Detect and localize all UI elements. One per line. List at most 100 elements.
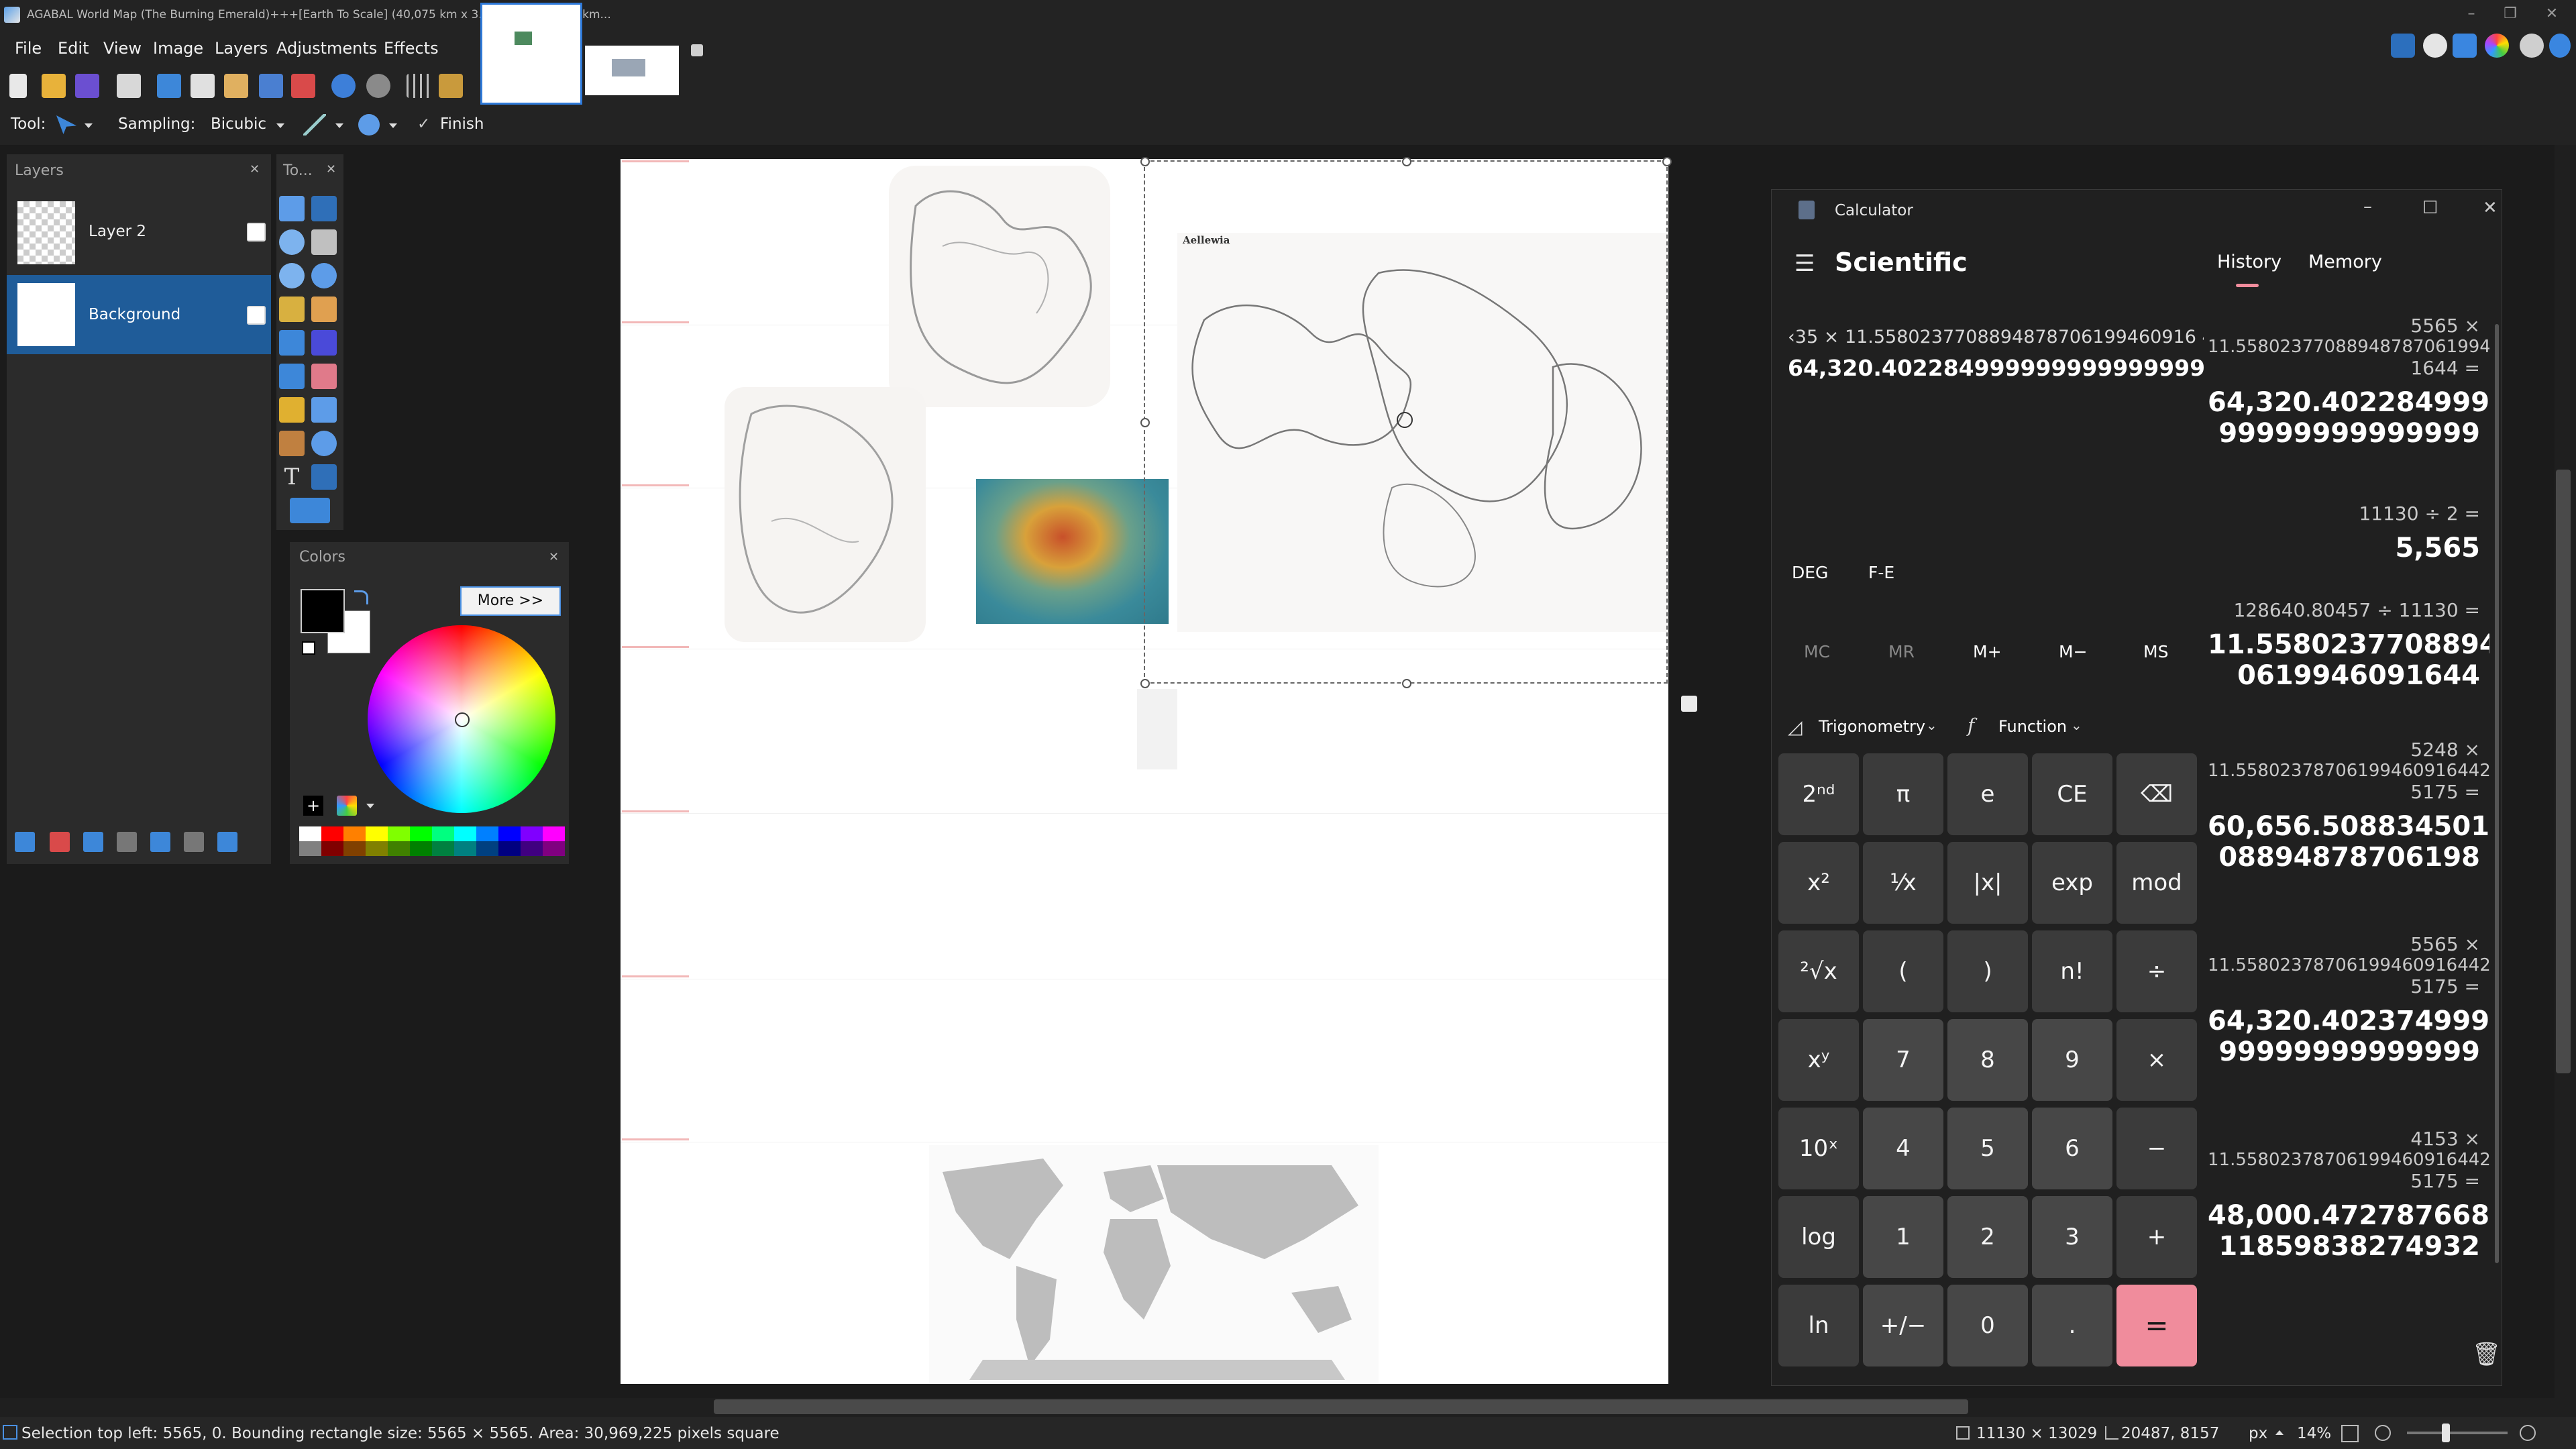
menu-effects[interactable]: Effects (384, 39, 439, 58)
cut-icon[interactable] (157, 74, 181, 98)
help-icon[interactable] (2549, 34, 2571, 58)
crop-icon[interactable] (259, 74, 283, 98)
paintbrush-tool-icon[interactable] (279, 364, 305, 389)
lasso-select-tool-icon[interactable] (279, 229, 305, 255)
layers-close-icon[interactable]: ✕ (250, 162, 260, 176)
palette-swatch-d10[interactable] (521, 841, 543, 856)
blend-mode-icon[interactable] (358, 114, 380, 136)
primary-color-swatch[interactable] (301, 589, 345, 633)
eraser-tool-icon[interactable] (311, 364, 337, 389)
units-dropdown[interactable]: px (2249, 1425, 2267, 1442)
color-picker-tool-icon[interactable] (311, 397, 337, 423)
selection-handle[interactable] (1402, 157, 1411, 166)
power-button[interactable]: xʸ (1778, 1019, 1859, 1101)
clone-stamp-tool-icon[interactable] (279, 431, 305, 456)
close-icon[interactable]: ✕ (2538, 4, 2565, 24)
zoom-out-icon[interactable] (2375, 1425, 2391, 1441)
units-chevron-up-icon[interactable] (2275, 1430, 2284, 1435)
fit-window-icon[interactable] (2341, 1425, 2359, 1442)
digit-1-button[interactable]: 1 (1863, 1196, 1943, 1278)
rectangle-select-tool-icon[interactable] (279, 196, 305, 221)
selection-move-handle-icon[interactable] (1397, 412, 1413, 428)
palette-swatch-d9[interactable] (498, 841, 521, 856)
image-tab-second[interactable] (585, 46, 679, 95)
history-entry[interactable]: 128640.80457 ÷ 11130 = 11.55802377088948… (2208, 599, 2489, 691)
digit-6-button[interactable]: 6 (2032, 1108, 2112, 1189)
undo-icon[interactable] (331, 74, 356, 98)
history-scrollbar[interactable] (2495, 324, 2499, 1263)
history-entry[interactable]: 11130 ÷ 2 = 5,565 (2208, 502, 2480, 564)
multiply-button[interactable]: × (2116, 1019, 2197, 1101)
digit-0-button[interactable]: 0 (1947, 1285, 2028, 1366)
palette-swatch-d6[interactable] (432, 841, 454, 856)
palette-swatch-gray[interactable] (299, 841, 321, 856)
open-file-icon[interactable] (42, 74, 66, 98)
zoom-level-text[interactable]: 14% (2297, 1425, 2331, 1442)
log-button[interactable]: log (1778, 1196, 1859, 1278)
function-dropdown[interactable]: Function (1998, 717, 2067, 736)
close-paren-button[interactable]: ) (1947, 930, 2028, 1012)
pencil-tool-icon[interactable] (279, 397, 305, 423)
palette-swatch-3[interactable] (366, 826, 388, 841)
memory-add-button[interactable]: M+ (1973, 642, 2002, 661)
second-button[interactable]: 2ⁿᵈ (1778, 753, 1859, 835)
pan-tool-icon[interactable] (311, 297, 337, 322)
func-chevron-down-icon[interactable]: ⌄ (2071, 717, 2082, 733)
selection-handle[interactable] (1140, 157, 1150, 166)
tools-close-icon[interactable]: ✕ (326, 162, 336, 176)
tab-history[interactable]: History (2217, 252, 2282, 272)
palette-swatch-d4[interactable] (388, 841, 410, 856)
menu-edit[interactable]: Edit (58, 39, 89, 58)
mod-button[interactable]: mod (2116, 842, 2197, 924)
clear-entry-button[interactable]: CE (2032, 753, 2112, 835)
negate-button[interactable]: +/− (1863, 1285, 1943, 1366)
colors-close-icon[interactable]: ✕ (549, 550, 559, 564)
palette-swatch-d8[interactable] (476, 841, 498, 856)
sampling-chevron-down-icon[interactable] (276, 123, 284, 128)
fe-button[interactable]: F-E (1868, 563, 1894, 582)
memory-recall-button[interactable]: MR (1888, 642, 1915, 661)
ln-button[interactable]: ln (1778, 1285, 1859, 1366)
zoom-slider-track[interactable] (2407, 1432, 2508, 1434)
open-paren-button[interactable]: ( (1863, 930, 1943, 1012)
digit-7-button[interactable]: 7 (1863, 1019, 1943, 1101)
palette-swatch-4[interactable] (388, 826, 410, 841)
palette-swatch-11[interactable] (543, 826, 565, 841)
duplicate-layer-icon[interactable] (83, 832, 103, 852)
selection-handle[interactable] (1402, 679, 1411, 688)
clear-history-trash-icon[interactable]: 🗑 (2472, 1341, 2501, 1368)
palette-swatch-d5[interactable] (410, 841, 432, 856)
vertical-scrollbar[interactable] (2556, 470, 2571, 1073)
calc-maximize-icon[interactable]: ☐ (2422, 198, 2438, 218)
memory-store-button[interactable]: MS (2143, 642, 2168, 661)
gradient-tool-icon[interactable] (311, 330, 337, 356)
layer-visibility-checkbox[interactable] (247, 306, 266, 325)
zoom-tool-icon[interactable] (311, 263, 337, 288)
e-button[interactable]: e (1947, 753, 2028, 835)
move-layer-down-icon[interactable] (184, 832, 204, 852)
equals-button[interactable]: = (2116, 1285, 2197, 1366)
selection-handle[interactable] (1662, 157, 1672, 166)
tool-dropdown-icon[interactable] (85, 123, 93, 128)
history-entry[interactable]: 5565 × 11.55802377088948787061994609 164… (2208, 315, 2489, 449)
settings-icon[interactable] (2520, 34, 2544, 58)
menu-adjustments[interactable]: Adjustments (276, 39, 377, 58)
menu-image[interactable]: Image (153, 39, 203, 58)
print-icon[interactable] (117, 74, 141, 98)
selection-handle[interactable] (1140, 679, 1150, 688)
calc-minimize-icon[interactable]: – (2363, 197, 2372, 217)
color-wheel-cursor[interactable] (455, 712, 470, 727)
palette-swatch-9[interactable] (498, 826, 521, 841)
tab-overflow-icon[interactable] (691, 44, 703, 56)
trigonometry-dropdown[interactable]: Trigonometry (1819, 717, 1925, 736)
layer-visibility-checkbox[interactable] (247, 223, 266, 241)
pi-button[interactable]: π (1863, 753, 1943, 835)
digit-2-button[interactable]: 2 (1947, 1196, 2028, 1278)
ten-power-button[interactable]: 10ˣ (1778, 1108, 1859, 1189)
sqrt-button[interactable]: ²√x (1778, 930, 1859, 1012)
grid-icon[interactable] (407, 74, 431, 98)
sampling-dropdown[interactable]: Bicubic (211, 115, 266, 133)
layer-row-background[interactable]: Background (7, 275, 271, 354)
reset-colors-icon[interactable] (302, 641, 315, 655)
copy-icon[interactable] (191, 74, 215, 98)
